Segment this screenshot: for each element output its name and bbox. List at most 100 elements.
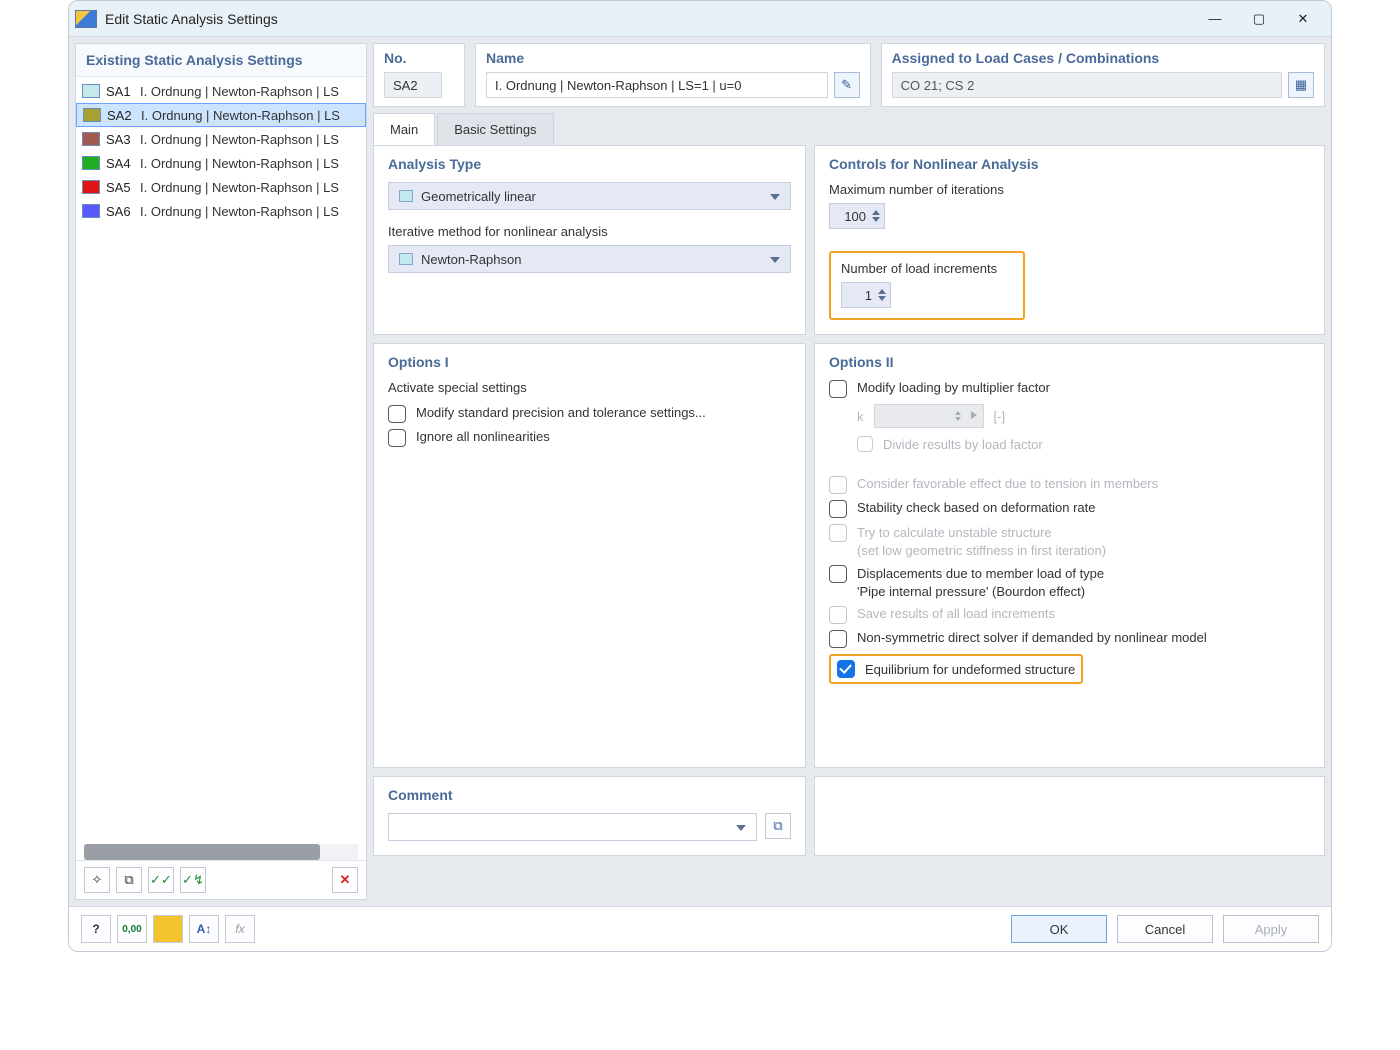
sidebar-scrollbar[interactable] bbox=[84, 844, 358, 860]
number-label: No. bbox=[384, 50, 454, 66]
save-increments-row: Save results of all load increments bbox=[829, 606, 1310, 624]
color-button[interactable] bbox=[153, 915, 183, 943]
iterative-method-label: Iterative method for nonlinear analysis bbox=[388, 224, 791, 239]
checkbox-icon bbox=[829, 380, 847, 398]
comment-input[interactable] bbox=[388, 813, 757, 841]
assigned-field: CO 21; CS 2 bbox=[892, 72, 1282, 98]
number-field[interactable]: SA2 bbox=[384, 72, 442, 98]
load-increments-highlight: Number of load increments 1 bbox=[829, 251, 1025, 320]
content-area: Existing Static Analysis Settings SA1I. … bbox=[69, 37, 1331, 906]
name-panel: Name I. Ordnung | Newton-Raphson | LS=1 … bbox=[475, 43, 871, 107]
tab-area: Main Basic Settings Analysis Type Geomet… bbox=[373, 113, 1325, 856]
swatch-icon bbox=[82, 156, 100, 170]
sidebar: Existing Static Analysis Settings SA1I. … bbox=[75, 43, 367, 900]
fx-button[interactable]: fx bbox=[225, 915, 255, 943]
minimize-button[interactable]: — bbox=[1193, 5, 1237, 33]
footer: ? 0,00 A↕ fx OK Cancel Apply bbox=[69, 906, 1331, 951]
load-inc-label: Number of load increments bbox=[841, 261, 1013, 276]
checkbox-icon bbox=[829, 606, 847, 624]
ignore-nonlinearities-row[interactable]: Ignore all nonlinearities bbox=[388, 429, 791, 447]
analysis-type-section: Analysis Type Geometrically linear Itera… bbox=[373, 145, 806, 335]
text-style-button[interactable]: A↕ bbox=[189, 915, 219, 943]
swatch-icon bbox=[82, 84, 100, 98]
apply-button[interactable]: Apply bbox=[1223, 915, 1319, 943]
analysis-type-dropdown[interactable]: Geometrically linear bbox=[388, 182, 791, 210]
load-inc-spinner[interactable]: 1 bbox=[841, 282, 891, 308]
swatch-icon bbox=[82, 180, 100, 194]
tab-basic-settings[interactable]: Basic Settings bbox=[437, 113, 553, 145]
sidebar-delete-button[interactable]: ✕ bbox=[332, 867, 358, 893]
titlebar: Edit Static Analysis Settings — ▢ ✕ bbox=[69, 1, 1331, 37]
controls-title: Controls for Nonlinear Analysis bbox=[829, 156, 1310, 172]
assigned-label: Assigned to Load Cases / Combinations bbox=[892, 50, 1314, 66]
maximize-button[interactable]: ▢ bbox=[1237, 5, 1281, 33]
help-button[interactable]: ? bbox=[81, 915, 111, 943]
comment-copy-button[interactable]: ⧉ bbox=[765, 813, 791, 839]
checkbox-icon bbox=[829, 524, 847, 542]
units-button[interactable]: 0,00 bbox=[117, 915, 147, 943]
sidebar-item-sa4[interactable]: SA4I. Ordnung | Newton-Raphson | LS bbox=[76, 151, 366, 175]
sidebar-checkswap-button[interactable]: ✓↯ bbox=[180, 867, 206, 893]
sidebar-item-id: SA6 bbox=[106, 204, 140, 219]
sidebar-copy-button[interactable]: ⧉ bbox=[116, 867, 142, 893]
swatch-icon bbox=[399, 253, 413, 265]
swatch-icon bbox=[82, 132, 100, 146]
k-label: k bbox=[857, 409, 864, 424]
number-panel: No. SA2 bbox=[373, 43, 465, 107]
sidebar-list: SA1I. Ordnung | Newton-Raphson | LSSA2I.… bbox=[76, 77, 366, 838]
sidebar-item-sa5[interactable]: SA5I. Ordnung | Newton-Raphson | LS bbox=[76, 175, 366, 199]
pipe-pressure-row[interactable]: Displacements due to member load of type… bbox=[829, 565, 1310, 600]
comment-title: Comment bbox=[388, 787, 791, 803]
modify-loading-row[interactable]: Modify loading by multiplier factor bbox=[829, 380, 1310, 398]
assigned-panel: Assigned to Load Cases / Combinations CO… bbox=[881, 43, 1325, 107]
sidebar-item-id: SA2 bbox=[107, 108, 141, 123]
tab-strip: Main Basic Settings bbox=[373, 113, 1325, 145]
k-factor-input bbox=[874, 404, 984, 428]
options1-title: Options I bbox=[388, 354, 791, 370]
comment-section: Comment ⧉ bbox=[373, 776, 806, 856]
cancel-button[interactable]: Cancel bbox=[1117, 915, 1213, 943]
sidebar-item-id: SA4 bbox=[106, 156, 140, 171]
sidebar-item-sa3[interactable]: SA3I. Ordnung | Newton-Raphson | LS bbox=[76, 127, 366, 151]
main-pane: No. SA2 Name I. Ordnung | Newton-Raphson… bbox=[373, 43, 1325, 900]
max-iter-spinner[interactable]: 100 bbox=[829, 203, 885, 229]
swatch-icon bbox=[82, 204, 100, 218]
checkbox-icon bbox=[857, 436, 873, 452]
swatch-icon bbox=[83, 108, 101, 122]
options2-title: Options II bbox=[829, 354, 1310, 370]
checkbox-icon bbox=[388, 429, 406, 447]
stability-check-row[interactable]: Stability check based on deformation rat… bbox=[829, 500, 1310, 518]
sidebar-item-id: SA3 bbox=[106, 132, 140, 147]
checkbox-icon bbox=[829, 565, 847, 583]
help-icon: ? bbox=[92, 922, 99, 936]
close-button[interactable]: ✕ bbox=[1281, 5, 1325, 33]
sidebar-item-sa2[interactable]: SA2I. Ordnung | Newton-Raphson | LS bbox=[76, 103, 366, 127]
divide-results-row: Divide results by load factor bbox=[829, 436, 1310, 452]
assigned-grid-button[interactable]: ▦ bbox=[1288, 72, 1314, 98]
sidebar-item-sa6[interactable]: SA6I. Ordnung | Newton-Raphson | LS bbox=[76, 199, 366, 223]
checkbox-icon[interactable] bbox=[837, 660, 855, 678]
k-factor-row: k [-] bbox=[829, 404, 1310, 428]
sidebar-toolbar: ✧ ⧉ ✓✓ ✓↯ ✕ bbox=[76, 860, 366, 899]
sidebar-item-sa1[interactable]: SA1I. Ordnung | Newton-Raphson | LS bbox=[76, 79, 366, 103]
checkbox-icon bbox=[829, 500, 847, 518]
sidebar-checkall-button[interactable]: ✓✓ bbox=[148, 867, 174, 893]
nonsymmetric-solver-row[interactable]: Non-symmetric direct solver if demanded … bbox=[829, 630, 1310, 648]
sidebar-new-button[interactable]: ✧ bbox=[84, 867, 110, 893]
sidebar-item-label: I. Ordnung | Newton-Raphson | LS bbox=[140, 180, 339, 195]
iterative-method-dropdown[interactable]: Newton-Raphson bbox=[388, 245, 791, 273]
activate-special-label: Activate special settings bbox=[388, 380, 791, 395]
k-unit-label: [-] bbox=[994, 409, 1006, 424]
max-iter-label: Maximum number of iterations bbox=[829, 182, 1310, 197]
tab-main[interactable]: Main bbox=[373, 113, 435, 145]
blank-panel bbox=[814, 776, 1325, 856]
ok-button[interactable]: OK bbox=[1011, 915, 1107, 943]
grid-icon: ▦ bbox=[1295, 77, 1307, 93]
header-row: No. SA2 Name I. Ordnung | Newton-Raphson… bbox=[373, 43, 1325, 107]
options-2-section: Options II Modify loading by multiplier … bbox=[814, 343, 1325, 768]
name-input[interactable]: I. Ordnung | Newton-Raphson | LS=1 | u=0 bbox=[486, 72, 828, 98]
modify-precision-row[interactable]: Modify standard precision and tolerance … bbox=[388, 405, 791, 423]
checkbox-icon bbox=[829, 476, 847, 494]
sidebar-item-id: SA1 bbox=[106, 84, 140, 99]
name-edit-button[interactable]: ✎ bbox=[834, 72, 860, 98]
